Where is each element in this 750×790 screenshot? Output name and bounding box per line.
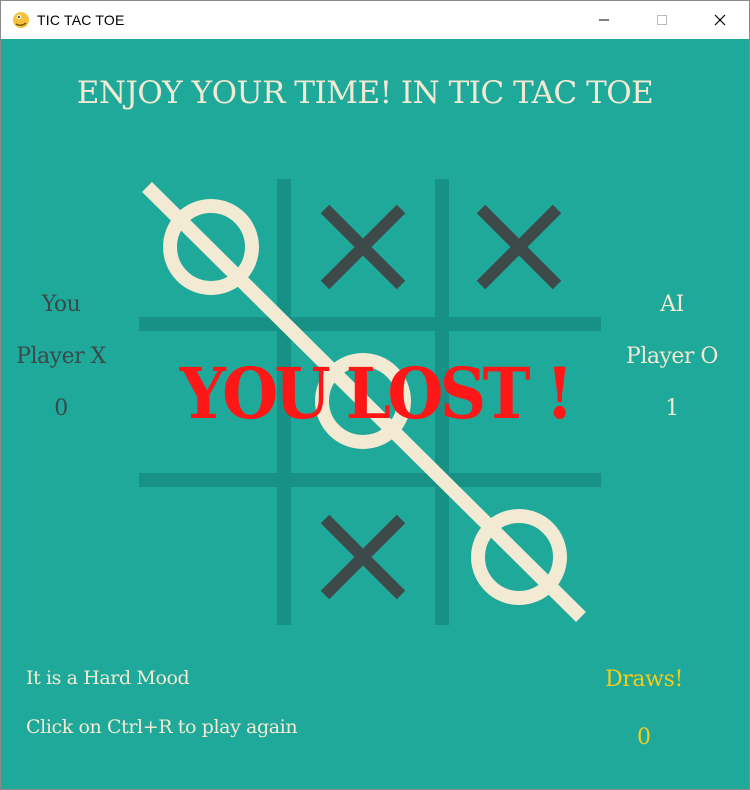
ai-name: AI [660, 292, 684, 317]
x-mark-cell-8 [320, 514, 406, 600]
grid-line-horizontal-2 [139, 473, 601, 487]
maximize-icon [657, 15, 667, 25]
x-mark-cell-2 [320, 204, 406, 290]
ai-label: Player O [626, 344, 718, 369]
draws-count: 0 [637, 725, 651, 750]
maximize-button[interactable] [633, 1, 691, 39]
close-button[interactable] [691, 1, 749, 39]
restart-hint: Click on Ctrl+R to play again [26, 716, 298, 738]
minimize-button[interactable] [575, 1, 633, 39]
game-window: TIC TAC TOE ENJOY YOUR TIME! IN TIC TAC … [0, 0, 750, 790]
game-canvas[interactable]: ENJOY YOUR TIME! IN TIC TAC TOE You Play… [1, 39, 749, 789]
ai-score: 1 [665, 396, 679, 421]
player-score: 0 [54, 396, 68, 421]
window-title: TIC TAC TOE [37, 12, 125, 28]
player-panel: You Player X 0 [9, 279, 113, 435]
player-name: You [41, 292, 81, 317]
result-banner: YOU LOST ! [179, 352, 574, 435]
window-controls [575, 1, 749, 39]
close-icon [714, 14, 726, 26]
ai-panel: AI Player O 1 [619, 279, 725, 435]
page-title: ENJOY YOUR TIME! IN TIC TAC TOE [76, 75, 654, 111]
draws-label: Draws! [605, 667, 683, 692]
player-label: Player X [16, 344, 106, 369]
x-mark-cell-3 [476, 204, 562, 290]
difficulty-text: It is a Hard Mood [26, 667, 190, 689]
grid-line-horizontal-1 [139, 317, 601, 331]
title-bar[interactable]: TIC TAC TOE [1, 1, 749, 39]
python-snake-icon [13, 12, 29, 28]
minimize-icon [599, 19, 609, 21]
